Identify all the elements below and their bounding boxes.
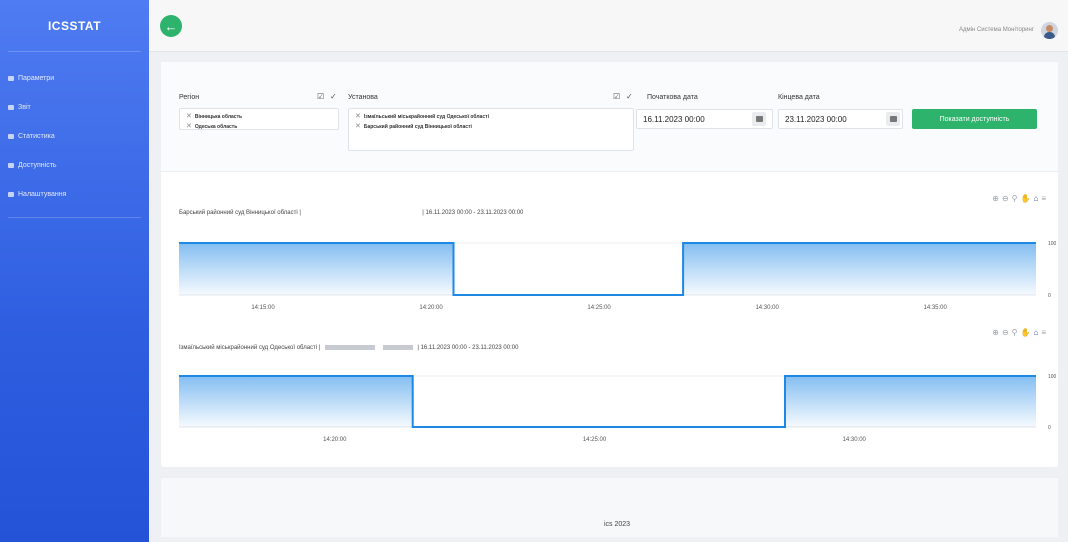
x-tick-label: 14:30:00: [843, 437, 867, 443]
sidebar-item-label: Параметри: [18, 75, 55, 82]
reset-zoom-icon[interactable]: ⌂: [1033, 194, 1038, 203]
app-root: ICSSTAT Параметри Звіт Статистика Доступ…: [0, 0, 1068, 542]
chart-toolbar: ⊕ ⊖ ⚲ ✋ ⌂ ≡: [992, 194, 1046, 203]
remove-tag-icon[interactable]: ✕: [186, 123, 192, 130]
sidebar-item-label: Звіт: [18, 104, 31, 111]
sidebar-item-label: Налаштування: [18, 191, 67, 198]
pan-icon[interactable]: ✋: [1021, 194, 1031, 203]
user-name[interactable]: Адмін Система Моніторинг: [959, 27, 1034, 33]
sidebar-item-statistics[interactable]: Статистика: [0, 122, 149, 151]
x-tick-label: 14:30:00: [755, 305, 779, 311]
x-tick-label: 14:20:00: [323, 437, 347, 443]
series-area: [179, 243, 1036, 295]
region-multiselect[interactable]: ✕ Вінницька область ✕ Одеська область: [179, 108, 339, 130]
footer: [161, 477, 1058, 537]
brand-logo[interactable]: ICSSTAT: [8, 0, 141, 52]
sidebar-item-label: Доступність: [18, 162, 57, 169]
region-deselect-icon[interactable]: ✓: [330, 92, 337, 101]
institution-multiselect[interactable]: ✕ Ізмаїльський міськрайонний суд Одеської…: [348, 108, 634, 151]
filters-panel: Регіон ☑ ✓ ✕ Вінницька область ✕ Одеська о…: [161, 62, 1058, 172]
y-tick-label: 0: [1048, 293, 1051, 299]
zoom-in-icon[interactable]: ⊕: [992, 328, 999, 337]
settings-icon: [8, 192, 14, 197]
avatar[interactable]: [1041, 22, 1058, 39]
menu-icon[interactable]: ≡: [1041, 194, 1046, 203]
show-availability-button[interactable]: Показати доступність: [912, 109, 1037, 129]
footer-text: ics 2023: [604, 521, 631, 528]
x-tick-label: 14:25:00: [587, 305, 611, 311]
y-tick-label: 100: [1048, 241, 1057, 247]
remove-tag-icon[interactable]: ✕: [355, 123, 361, 130]
series-area: [179, 376, 1036, 427]
availability-chart-1: ⊕ ⊖ ⚲ ✋ ⌂ ≡ Барський районний суд Вінниц…: [161, 190, 1058, 315]
sidebar-item-settings[interactable]: Налаштування: [0, 180, 149, 209]
sidebar-divider: [8, 217, 141, 218]
availability-chart-2: ⊕ ⊖ ⚲ ✋ ⌂ ≡ Ізмаїльський міськрайонний с…: [161, 324, 1058, 444]
arrow-left-icon: ←: [164, 18, 178, 34]
redacted-text: [382, 345, 413, 350]
remove-tag-icon[interactable]: ✕: [186, 113, 192, 120]
zoom-select-icon[interactable]: ⚲: [1012, 194, 1018, 203]
institution-tag[interactable]: ✕ Барський районний суд Вінницької област…: [355, 122, 627, 132]
end-date-label: Кінцева дата: [778, 94, 820, 101]
sidebar-item-availability[interactable]: Доступність: [0, 151, 149, 180]
institution-deselect-icon[interactable]: ✓: [626, 92, 633, 101]
sidebar-item-report[interactable]: Звіт: [0, 93, 149, 122]
calendar-icon[interactable]: [752, 112, 766, 126]
reset-zoom-icon[interactable]: ⌂: [1033, 328, 1038, 337]
region-tag[interactable]: ✕ Одеська область: [186, 122, 332, 132]
parameters-icon: [8, 76, 14, 81]
chart-title: Ізмаїльський міськрайонний суд Одеської …: [179, 345, 519, 352]
start-date-label: Початкова дата: [647, 94, 698, 101]
redacted-text: [325, 345, 376, 350]
zoom-select-icon[interactable]: ⚲: [1012, 328, 1018, 337]
sidebar: ICSSTAT Параметри Звіт Статистика Доступ…: [0, 0, 149, 542]
sidebar-nav: Параметри Звіт Статистика Доступність На…: [0, 64, 149, 218]
chart-title: Барський районний суд Вінницької області…: [179, 210, 524, 216]
end-date-input[interactable]: 23.11.2023 00:00: [778, 109, 903, 129]
topbar: ← Адмін Система Моніторинг: [149, 0, 1068, 52]
remove-tag-icon[interactable]: ✕: [355, 113, 361, 120]
zoom-out-icon[interactable]: ⊖: [1002, 194, 1009, 203]
zoom-out-icon[interactable]: ⊖: [1002, 328, 1009, 337]
pan-icon[interactable]: ✋: [1021, 328, 1031, 337]
region-label: Регіон: [179, 94, 200, 101]
y-tick-label: 100: [1048, 374, 1057, 380]
chart-plot[interactable]: 100 0 14:20:00 14:25:00 14:30:00: [161, 359, 1058, 444]
statistics-icon: [8, 134, 14, 139]
back-button[interactable]: ←: [160, 15, 182, 37]
zoom-in-icon[interactable]: ⊕: [992, 194, 999, 203]
menu-icon[interactable]: ≡: [1041, 328, 1046, 337]
report-icon: [8, 105, 14, 110]
main-panel: Регіон ☑ ✓ ✕ Вінницька область ✕ Одеська о…: [161, 62, 1058, 467]
region-tag[interactable]: ✕ Вінницька область: [186, 112, 332, 122]
institution-select-all-icon[interactable]: ☑: [613, 92, 620, 101]
sidebar-item-label: Статистика: [18, 133, 55, 140]
sidebar-item-parameters[interactable]: Параметри: [0, 64, 149, 93]
availability-icon: [8, 163, 14, 168]
x-tick-label: 14:15:00: [251, 305, 275, 311]
calendar-icon[interactable]: [886, 112, 900, 126]
region-select-all-icon[interactable]: ☑: [317, 92, 324, 101]
institution-tag[interactable]: ✕ Ізмаїльський міськрайонний суд Одеської…: [355, 112, 627, 122]
institution-label: Установа: [348, 94, 378, 101]
x-tick-label: 14:20:00: [419, 305, 443, 311]
chart-plot[interactable]: 100 0 14:15:00 14:20:00 14:25:00 14:30:00 14:3…: [161, 225, 1058, 315]
chart-toolbar: ⊕ ⊖ ⚲ ✋ ⌂ ≡: [992, 328, 1046, 337]
x-tick-label: 14:25:00: [583, 437, 607, 443]
x-tick-label: 14:35:00: [923, 305, 947, 311]
y-tick-label: 0: [1048, 425, 1051, 431]
